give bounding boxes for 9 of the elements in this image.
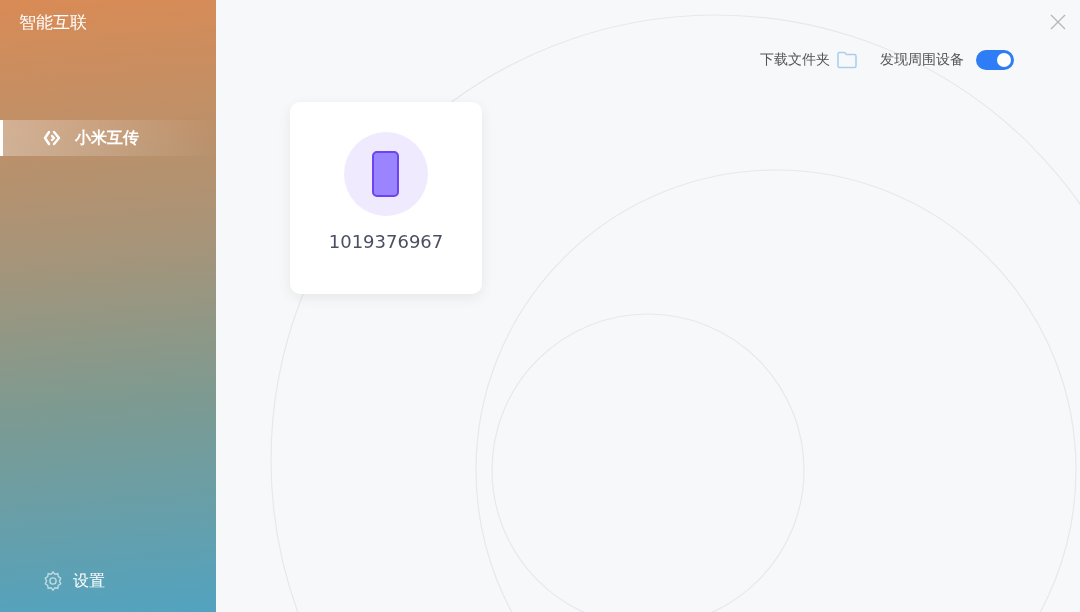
discover-label: 发现周围设备 bbox=[880, 50, 964, 69]
download-folder-button[interactable]: 下载文件夹 bbox=[760, 49, 858, 70]
app-title: 智能互联 bbox=[18, 11, 87, 34]
folder-icon bbox=[836, 50, 858, 69]
phone-icon bbox=[344, 132, 428, 216]
device-card[interactable]: 1019376967 bbox=[290, 102, 482, 294]
settings-icon bbox=[42, 570, 64, 592]
discover-toggle[interactable] bbox=[976, 49, 1014, 70]
device-name: 1019376967 bbox=[328, 230, 444, 254]
